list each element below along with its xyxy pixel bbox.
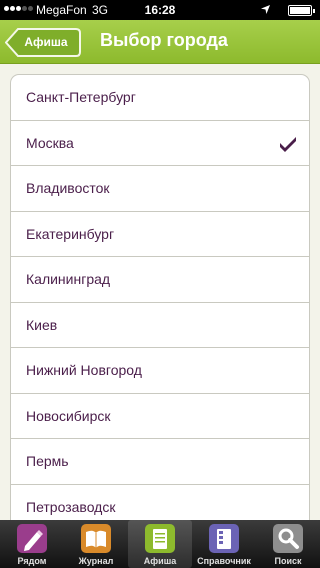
back-button[interactable]: Афиша [5, 28, 81, 57]
book-icon [81, 524, 111, 553]
city-name: Нижний Новгород [26, 362, 142, 379]
tab-bar: Рядом Журнал Афиша Справочник Поиск [0, 520, 320, 568]
tab-label: Поиск [274, 556, 302, 566]
pencil-icon [17, 524, 47, 553]
city-row[interactable]: Санкт-Петербург [11, 75, 309, 121]
city-row[interactable]: Владивосток [11, 166, 309, 212]
status-bar: MegaFon 3G 16:28 [0, 0, 320, 20]
checkmark-icon [280, 136, 296, 152]
city-name: Москва [26, 134, 74, 151]
navigation-bar: Афиша Выбор города [0, 20, 320, 64]
status-time: 16:28 [144, 3, 176, 17]
city-name: Санкт-Петербург [26, 89, 136, 106]
directory-icon [209, 524, 239, 553]
city-name: Новосибирск [26, 407, 111, 424]
tab-label: Афиша [143, 556, 177, 566]
city-row[interactable]: Екатеринбург [11, 212, 309, 257]
tab-book[interactable]: Журнал [64, 520, 128, 568]
battery-icon [288, 5, 315, 16]
tab-pencil[interactable]: Рядом [0, 520, 64, 568]
tab-label: Рядом [17, 556, 47, 566]
city-row[interactable]: Петрозаводск [11, 485, 309, 521]
city-row[interactable]: Калининград [11, 257, 309, 303]
city-row[interactable]: Пермь [11, 439, 309, 485]
city-name: Владивосток [26, 180, 110, 197]
tab-label: Справочник [197, 556, 251, 566]
city-name: Екатеринбург [26, 225, 115, 242]
location-icon [261, 5, 270, 14]
tab-poster[interactable]: Афиша [128, 520, 192, 568]
tab-label: Журнал [78, 556, 114, 566]
city-name: Петрозаводск [26, 498, 116, 515]
search-icon [273, 524, 303, 553]
city-row[interactable]: Нижний Новгород [11, 348, 309, 394]
city-row[interactable]: Москва [11, 121, 309, 166]
city-list: Санкт-Петербург Москва Владивосток Екатерин… [10, 74, 310, 520]
tab-search[interactable]: Поиск [256, 520, 320, 568]
tab-directory[interactable]: Справочник [192, 520, 256, 568]
page-title: Выбор города [100, 30, 228, 50]
city-row[interactable]: Киев [11, 303, 309, 348]
city-row[interactable]: Новосибирск [11, 394, 309, 439]
poster-icon [145, 524, 175, 553]
city-name: Пермь [26, 453, 69, 470]
city-name: Киев [26, 316, 58, 333]
city-name: Калининград [26, 271, 111, 288]
back-button-label: Афиша [24, 35, 68, 49]
